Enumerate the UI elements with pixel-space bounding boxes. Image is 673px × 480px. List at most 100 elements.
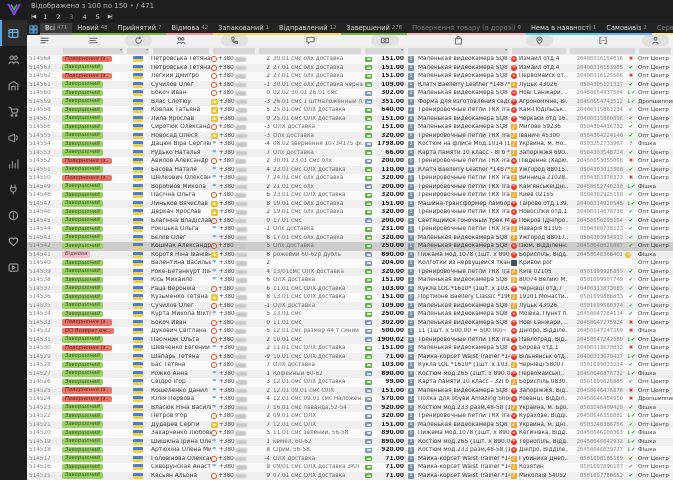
tab-Відправлений[interactable]: Відправлений 12 xyxy=(274,23,342,35)
sidebar-item-marketing[interactable] xyxy=(0,124,27,150)
order-row[interactable]: 514535 Завершений Сучилов Олег +380 -1 О… xyxy=(27,301,673,310)
tab-Всі[interactable]: Всі 471 xyxy=(40,23,73,35)
filter-payment[interactable] xyxy=(365,47,404,54)
order-row[interactable]: 514519 Завершений Шишкіна Ірина Олек.. *… xyxy=(27,437,673,446)
tab-Новий[interactable]: Новий 48 xyxy=(72,23,113,35)
range-text[interactable]: Відображено з 100 по 150 xyxy=(31,2,128,10)
order-row[interactable]: 514538 Завершений Кісь Михайло * +380 6 О… xyxy=(27,276,673,285)
order-row[interactable]: 514539 Завершений Роке-Бетанкурт Лін.. *… xyxy=(27,267,673,276)
tab-Завершений[interactable]: Завершений 278 xyxy=(341,23,408,35)
page-3[interactable]: 3 xyxy=(69,13,73,21)
order-row[interactable]: 514533 Повернення (з.. Бокоч Иван +380 0… xyxy=(27,318,673,327)
order-row[interactable]: 514563 Завершений Петровська Тетяна +380… xyxy=(27,63,673,72)
first-page-button[interactable]: |◀ xyxy=(31,14,36,20)
order-row[interactable]: 514551 Завершений Басова Наталя * +380 4 … xyxy=(27,165,673,174)
col-phone-icon[interactable] xyxy=(211,35,257,46)
tab-Повернення товару (в дорозі)[interactable]: Повернення товару (в дорозі) 0 xyxy=(407,23,526,35)
page-1[interactable]: 1 xyxy=(43,13,47,21)
order-row[interactable]: 514553 Завершений Рудько Наталья * +380 7… xyxy=(27,148,673,157)
order-row[interactable]: 514542 Завершений Кошмак Александр +380 … xyxy=(27,242,673,251)
order-row[interactable]: 514548 Завершений Пасічна Ольга +380 6 2… xyxy=(27,191,673,200)
order-row[interactable]: 514546 Завершений Деркач Ярослав lk +380 … xyxy=(27,208,673,217)
order-row[interactable]: 514531 Завершений Пасічник Ольга +380 2 … xyxy=(27,335,673,344)
order-row[interactable]: 514515 Завершений Касьян Альона +380 9 0… xyxy=(27,471,673,480)
col-source-icon[interactable] xyxy=(124,35,152,46)
page-2[interactable]: 2 xyxy=(56,13,60,21)
col-delivery-icon[interactable] xyxy=(510,35,568,46)
order-row[interactable]: 514540 Завершений Валентина Васильє.. * +… xyxy=(27,259,673,268)
order-row[interactable]: 514526 Завершений Свідро Ігор * +380 3 12… xyxy=(27,378,673,387)
order-row[interactable]: 514557 Завершений Лила Ярослав lk +380 0 … xyxy=(27,114,673,123)
order-row[interactable]: 514525 Повернення (з.. Кошеленко Данил *… xyxy=(27,386,673,395)
tab-Сервіси[interactable]: Сервіси0 xyxy=(651,23,673,35)
order-row[interactable]: 514554 Завершений Дацюк Віра Сергіївна *… xyxy=(27,140,673,149)
order-row[interactable]: 514532 DO Возврат ож.. Дукович Світлана … xyxy=(27,327,673,336)
order-row[interactable]: 514530 Повернення (з.. Шевченко Евгений … xyxy=(27,344,673,353)
order-row[interactable]: 514549 Завершений Воробйов Микола * +380 … xyxy=(27,182,673,191)
col-ttn-icon[interactable] xyxy=(568,36,637,45)
col-manager-icon[interactable] xyxy=(637,35,673,46)
tab-Запакований[interactable]: Запакований 1 xyxy=(213,23,275,35)
order-row[interactable]: 514561 Завершений Сучилов Олег +380 -1 3… xyxy=(27,80,673,89)
order-row[interactable]: 514537 Завершений Раца Вероніка +380 6 1… xyxy=(27,284,673,293)
order-row[interactable]: 514541 Відмова Коротя Ніна Іванівна lk +3… xyxy=(27,250,673,259)
order-row[interactable]: 514562 Повернення (з.. Легкий Дмитро +38… xyxy=(27,72,673,81)
filter-products[interactable] xyxy=(408,47,508,54)
tab-Прийнятий[interactable]: Прийнятий 7 xyxy=(112,23,167,35)
sidebar-item-stats[interactable] xyxy=(0,150,27,176)
sidebar-item-support[interactable] xyxy=(0,228,27,254)
filter-source[interactable] xyxy=(127,47,149,54)
order-row[interactable]: 514559 Завершений Влас Слотюу lk +380 -3 … xyxy=(27,97,673,106)
sidebar-item-video[interactable] xyxy=(0,254,27,280)
order-row[interactable]: 514520 Завершений Захарченко Любовь +380… xyxy=(27,429,673,438)
order-row[interactable]: 514558 Завершений Ковпак Татьяна lk +380 … xyxy=(27,106,673,115)
order-row[interactable]: 514536 Завершений Кузьменко Тетяна lk +38… xyxy=(27,293,673,302)
filter-delivery[interactable] xyxy=(512,47,566,54)
tab-Нема в наявності[interactable]: Нема в наявності 1 xyxy=(525,23,602,35)
order-row[interactable]: 514523 Завершений Власюк Ніна Василі.. *… xyxy=(27,403,673,412)
range-caret-icon[interactable]: ▾ xyxy=(131,3,134,9)
sidebar-item-purchases[interactable] xyxy=(0,98,27,124)
col-status-list-icon[interactable] xyxy=(27,36,61,45)
order-row[interactable]: 514527 Завершений Рожко Анна * +380 1 Коф… xyxy=(27,369,673,378)
order-row[interactable]: 514556 Завершений Сиротюк Олександр +380… xyxy=(27,123,673,132)
order-row[interactable]: 514550 Повернення (з.. Шелкович Олексан.… xyxy=(27,174,673,183)
filter-manager[interactable] xyxy=(639,47,671,54)
order-row[interactable]: 514517 Завершений Головінова Олексан.. +… xyxy=(27,454,673,463)
col-payment-icon[interactable] xyxy=(363,35,406,46)
order-row[interactable]: 514544 Завершений Рокіцька Ольга * +380 -… xyxy=(27,225,673,234)
order-row[interactable]: 514524 Повернення (з.. Юлія Первова * +38… xyxy=(27,395,673,404)
sidebar-item-customers[interactable] xyxy=(0,46,27,72)
order-row[interactable]: 514521 Завершений Дударев Сергій lk +380 … xyxy=(27,420,673,429)
col-order-status-icon[interactable] xyxy=(61,36,125,45)
filter-ttn[interactable] xyxy=(570,47,635,54)
order-row[interactable]: 514516 Завершений Скворунская Анаст.. * +… xyxy=(27,463,673,472)
order-row[interactable]: 514552 Повернення (з.. Авилов Александр … xyxy=(27,157,673,166)
order-row[interactable]: 514529 Завершений Шапарь Тетяна +380 -9 … xyxy=(27,352,673,361)
order-row[interactable]: 514518 Завершений Артюхіна Олена Ми.. * +… xyxy=(27,446,673,455)
col-comment-icon[interactable] xyxy=(257,36,363,45)
page-4[interactable]: 4 xyxy=(83,13,87,21)
last-page-button[interactable]: ▶| xyxy=(108,14,113,20)
tab-Відмова[interactable]: Відмова 42 xyxy=(166,23,214,35)
order-row[interactable]: 514560 Завершений Бокоч Иван +380 0 02.0… xyxy=(27,89,673,98)
table-views-icon[interactable] xyxy=(29,24,38,34)
order-row[interactable]: 514534 Завершений Курта Микола Вікто.. *… xyxy=(27,310,673,319)
sidebar-item-warehouse[interactable] xyxy=(0,72,27,98)
col-products-icon[interactable] xyxy=(406,36,510,45)
filter-customer[interactable] xyxy=(153,47,209,54)
order-row[interactable]: 514564 Повернення (з.. Петровська Тетяна… xyxy=(27,55,673,64)
sidebar-item-info[interactable] xyxy=(0,202,27,228)
col-customer-icon[interactable] xyxy=(151,36,211,45)
order-row[interactable]: 514547 Завершений Линьков Вячеслав lk +38… xyxy=(27,199,673,208)
page-5[interactable]: 5 xyxy=(96,13,100,21)
order-row[interactable]: 514543 Завершений Бєлов Олег * +380 8 17.… xyxy=(27,233,673,242)
filter-comment[interactable] xyxy=(259,47,361,54)
filter-status[interactable] xyxy=(63,47,123,54)
order-row[interactable]: 514545 Завершений Благінна Владіслава +3… xyxy=(27,216,673,225)
order-row[interactable]: 514522 Завершений Петров Ігор +380 2 09.… xyxy=(27,412,673,421)
filter-phone[interactable] xyxy=(213,47,255,54)
order-row[interactable]: 514555 Завершений Новосад Олеся lk +380 -… xyxy=(27,131,673,140)
tab-Самовивіз[interactable]: Самовивіз 2 xyxy=(601,23,652,35)
sidebar-item-integrations[interactable] xyxy=(0,176,27,202)
